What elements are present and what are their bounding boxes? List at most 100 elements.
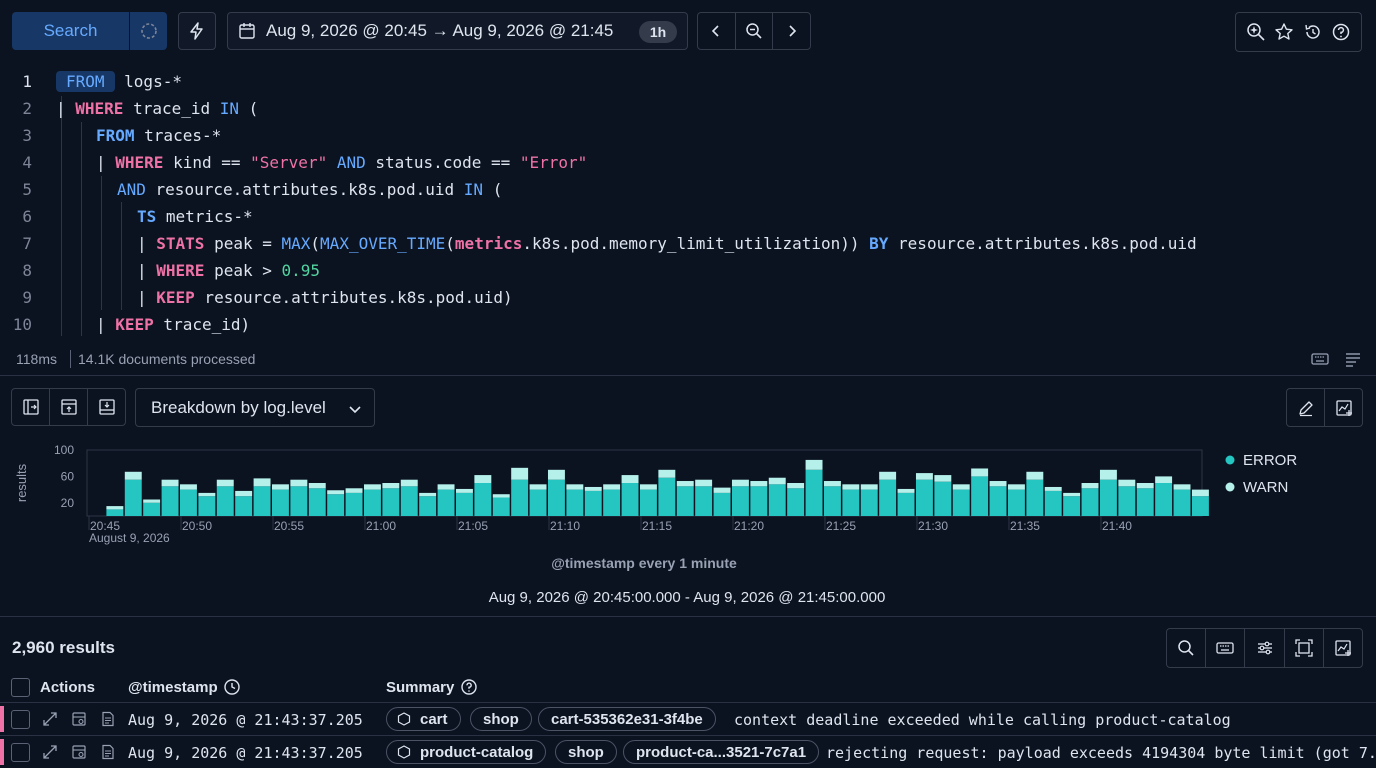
bar-warn[interactable] xyxy=(400,479,418,487)
row-checkbox[interactable] xyxy=(11,710,30,729)
bar-error[interactable] xyxy=(658,477,676,516)
bar-warn[interactable] xyxy=(419,492,437,497)
bar-error[interactable] xyxy=(603,489,621,516)
ai-assistant-icon[interactable] xyxy=(1246,22,1266,42)
bar-error[interactable] xyxy=(143,502,161,516)
keyboard-shortcuts-button[interactable] xyxy=(1206,629,1246,667)
collapse-panel-button[interactable] xyxy=(12,389,50,425)
bar-error[interactable] xyxy=(731,486,749,516)
history-icon[interactable] xyxy=(1303,22,1323,42)
bar-error[interactable] xyxy=(400,486,418,516)
bar-warn[interactable] xyxy=(529,484,547,490)
bar-error[interactable] xyxy=(566,489,584,516)
bar-error[interactable] xyxy=(271,489,289,516)
bar-warn[interactable] xyxy=(363,484,381,490)
bar-error[interactable] xyxy=(216,486,234,516)
bar-error[interactable] xyxy=(1155,483,1173,516)
bar-error[interactable] xyxy=(327,494,345,516)
legend-entry[interactable]: ERROR xyxy=(1243,452,1297,469)
bar-error[interactable] xyxy=(989,486,1007,516)
bar-error[interactable] xyxy=(915,479,933,516)
wrap-lines-icon[interactable] xyxy=(1344,350,1362,368)
bar-error[interactable] xyxy=(639,489,657,516)
bar-warn[interactable] xyxy=(658,469,676,478)
bar-warn[interactable] xyxy=(124,471,142,480)
bar-error[interactable] xyxy=(382,488,400,516)
summary-column-header[interactable]: Summary xyxy=(386,676,478,698)
bar-error[interactable] xyxy=(492,497,510,516)
bar-warn[interactable] xyxy=(1063,492,1081,497)
save-visualization-button[interactable] xyxy=(1325,389,1362,426)
previous-time-button[interactable] xyxy=(698,13,736,49)
bar-error[interactable] xyxy=(235,496,253,516)
bar-warn[interactable] xyxy=(713,487,731,493)
bar-warn[interactable] xyxy=(952,484,970,490)
bar-error[interactable] xyxy=(1099,479,1117,516)
bar-warn[interactable] xyxy=(1007,484,1025,490)
bar-warn[interactable] xyxy=(437,484,455,490)
bar-error[interactable] xyxy=(363,489,381,516)
bar-warn[interactable] xyxy=(1173,484,1191,490)
bar-error[interactable] xyxy=(860,489,878,516)
collapse-chart-button[interactable] xyxy=(88,389,125,425)
bar-error[interactable] xyxy=(768,484,786,516)
table-row[interactable]: Aug 9, 2026 @ 21:43:37.205 product-catal… xyxy=(0,735,1376,767)
bar-warn[interactable] xyxy=(198,492,216,497)
select-all-checkbox[interactable] xyxy=(11,677,30,697)
bar-warn[interactable] xyxy=(731,479,749,487)
view-document-icon[interactable] xyxy=(71,711,87,727)
bar-warn[interactable] xyxy=(934,475,952,482)
bar-warn[interactable] xyxy=(750,481,768,487)
star-icon[interactable] xyxy=(1274,22,1294,42)
bar-warn[interactable] xyxy=(235,490,253,497)
bar-warn[interactable] xyxy=(897,488,915,493)
bar-error[interactable] xyxy=(823,486,841,516)
bar-error[interactable] xyxy=(1026,479,1044,516)
bar-warn[interactable] xyxy=(308,483,326,489)
legend-entry[interactable]: WARN xyxy=(1243,479,1288,496)
bar-error[interactable] xyxy=(455,492,473,516)
bar-warn[interactable] xyxy=(989,481,1007,487)
service-chip[interactable]: product-catalog xyxy=(386,740,547,764)
bar-warn[interactable] xyxy=(474,475,492,483)
bar-error[interactable] xyxy=(1081,488,1099,516)
timestamp-column-header[interactable]: @timestamp xyxy=(128,676,241,698)
bar-warn[interactable] xyxy=(161,479,179,487)
bar-warn[interactable] xyxy=(768,477,786,485)
bar-warn[interactable] xyxy=(253,478,271,487)
bar-warn[interactable] xyxy=(860,484,878,490)
bar-warn[interactable] xyxy=(492,494,510,498)
bar-error[interactable] xyxy=(1136,488,1154,516)
bar-warn[interactable] xyxy=(584,486,602,491)
bar-error[interactable] xyxy=(750,486,768,516)
query-editor[interactable]: 1 FROM logs-* 2 | WHERE trace_id IN ( 3 … xyxy=(0,64,1376,344)
bar-error[interactable] xyxy=(842,489,860,516)
keyboard-icon[interactable] xyxy=(1311,350,1329,368)
bar-warn[interactable] xyxy=(143,499,161,503)
bar-error[interactable] xyxy=(971,476,989,516)
bar-warn[interactable] xyxy=(1081,483,1099,489)
zoom-out-button[interactable] xyxy=(736,13,774,49)
table-row[interactable]: Aug 9, 2026 @ 21:43:37.205 cart shop car… xyxy=(0,702,1376,734)
bar-warn[interactable] xyxy=(216,479,234,487)
bar-warn[interactable] xyxy=(787,483,805,489)
expand-chart-button[interactable] xyxy=(50,389,88,425)
bar-warn[interactable] xyxy=(1136,483,1154,489)
bar-warn[interactable] xyxy=(455,488,473,493)
bar-warn[interactable] xyxy=(842,484,860,490)
bar-error[interactable] xyxy=(290,486,308,516)
bar-warn[interactable] xyxy=(290,479,308,487)
next-time-button[interactable] xyxy=(773,13,810,49)
bar-error[interactable] xyxy=(511,479,529,516)
bar-warn[interactable] xyxy=(179,484,197,490)
document-icon[interactable] xyxy=(100,744,116,760)
bar-warn[interactable] xyxy=(971,468,989,477)
bar-warn[interactable] xyxy=(1099,469,1117,480)
bar-error[interactable] xyxy=(805,469,823,516)
bar-warn[interactable] xyxy=(106,506,124,510)
bar-error[interactable] xyxy=(676,486,694,516)
bar-error[interactable] xyxy=(124,479,142,516)
bar-error[interactable] xyxy=(934,481,952,516)
bar-warn[interactable] xyxy=(345,488,363,493)
bar-error[interactable] xyxy=(879,479,897,516)
